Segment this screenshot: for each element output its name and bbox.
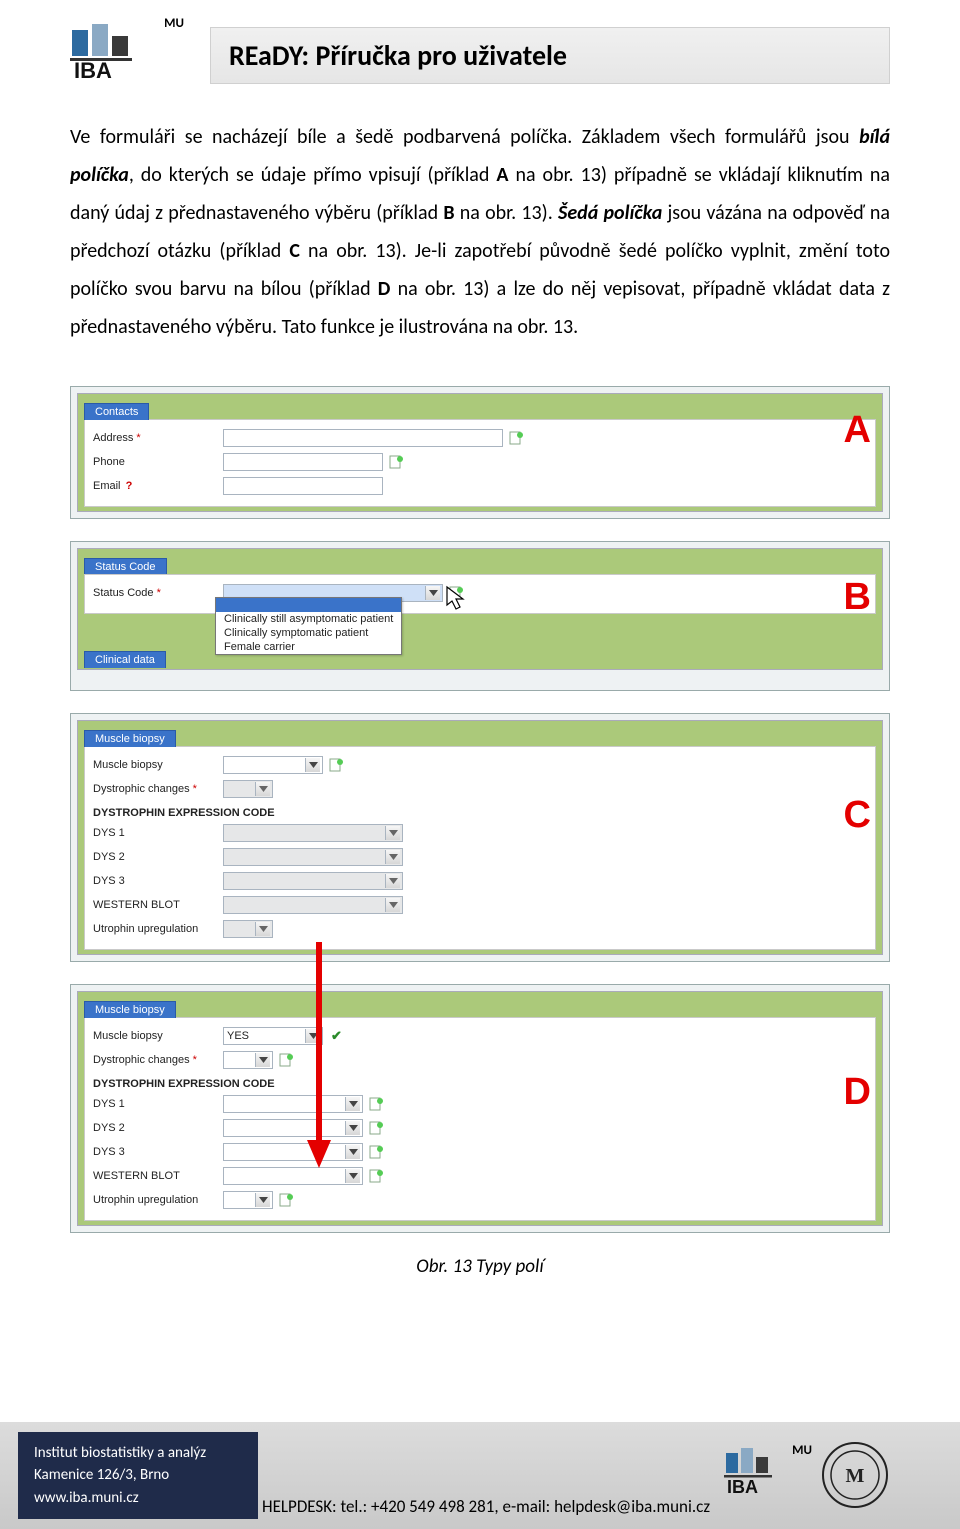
dystrophic-changes-select[interactable] (223, 780, 273, 798)
utrophin-select[interactable] (223, 920, 273, 938)
label-dys3: DYS 3 (93, 1146, 223, 1158)
tab-muscle-biopsy[interactable]: Muscle biopsy (84, 730, 176, 747)
chevron-down-icon (345, 1121, 360, 1135)
chevron-down-icon (385, 874, 400, 888)
footer-logo-iba: MU IBA (724, 1445, 814, 1505)
svg-text:IBA: IBA (74, 58, 112, 80)
dropdown-option[interactable]: Clinically still asymptomatic patient (216, 612, 401, 626)
chevron-down-icon (255, 922, 270, 936)
intro-paragraph: Ve formuláři se nacházejí bíle a šedě po… (70, 118, 890, 346)
example-letter: D (844, 1071, 871, 1114)
footer-address: Kamenice 126/3, Brno (34, 1464, 242, 1487)
tab-clinical-data[interactable]: Clinical data (84, 651, 166, 668)
note-icon[interactable] (369, 1169, 383, 1183)
label-utrophin: Utrophin upregulation (93, 923, 223, 935)
example-panel-d: Muscle biopsy Muscle biopsy YES ✔ Dystro… (70, 984, 890, 1233)
label-dys2: DYS 2 (93, 1122, 223, 1134)
example-letter: B (844, 576, 871, 619)
chevron-down-icon (345, 1145, 360, 1159)
dys1-select[interactable] (223, 1095, 363, 1113)
muscle-biopsy-select[interactable]: YES (223, 1027, 323, 1045)
label-utrophin: Utrophin upregulation (93, 1194, 223, 1206)
label-address: Address * (93, 432, 223, 444)
label-dys1: DYS 1 (93, 827, 223, 839)
label-dys1: DYS 1 (93, 1098, 223, 1110)
label-status-code: Status Code * (93, 587, 223, 599)
dystrophin-code-heading: DYSTROPHIN EXPRESSION CODE (93, 1078, 867, 1090)
note-icon[interactable] (279, 1053, 293, 1067)
check-icon: ✔ (331, 1028, 342, 1044)
logo-iba: MU IBA (70, 20, 190, 90)
chevron-down-icon (385, 826, 400, 840)
svg-text:M: M (846, 1465, 865, 1487)
university-seal-icon: M (820, 1440, 890, 1510)
chevron-down-icon (305, 758, 320, 772)
example-panel-b: Status Code Status Code * Clinically sti… (70, 541, 890, 691)
dystrophin-code-heading: DYSTROPHIN EXPRESSION CODE (93, 807, 867, 819)
footer-org-block: Institut biostatistiky a analýz Kamenice… (18, 1432, 258, 1520)
phone-input[interactable] (223, 453, 383, 471)
note-icon[interactable] (509, 431, 523, 445)
dys3-select[interactable] (223, 1143, 363, 1161)
tab-status-code[interactable]: Status Code (84, 558, 167, 575)
logo-mu-text: MU (164, 16, 184, 31)
western-blot-select[interactable] (223, 1167, 363, 1185)
tab-muscle-biopsy[interactable]: Muscle biopsy (84, 1001, 176, 1018)
footer-web: www.iba.muni.cz (34, 1487, 242, 1510)
logo-mu-text: MU (792, 1443, 812, 1458)
muscle-biopsy-select[interactable] (223, 756, 323, 774)
chevron-down-icon (255, 782, 270, 796)
tab-contacts[interactable]: Contacts (84, 403, 149, 420)
label-phone: Phone (93, 456, 223, 468)
chevron-down-icon (255, 1053, 270, 1067)
example-panel-c: Muscle biopsy Muscle biopsy Dystrophic c… (70, 713, 890, 962)
email-input[interactable] (223, 477, 383, 495)
utrophin-select[interactable] (223, 1191, 273, 1209)
note-icon[interactable] (369, 1121, 383, 1135)
dropdown-option[interactable]: Clinically symptomatic patient (216, 626, 401, 640)
address-input[interactable] (223, 429, 503, 447)
example-letter: C (844, 794, 871, 837)
dropdown-option[interactable]: Female carrier (216, 640, 401, 654)
note-icon[interactable] (329, 758, 343, 772)
chevron-down-icon (385, 850, 400, 864)
dys2-select[interactable] (223, 1119, 363, 1137)
dys1-select[interactable] (223, 824, 403, 842)
label-dys3: DYS 3 (93, 875, 223, 887)
label-dystrophic-changes: Dystrophic changes * (93, 783, 223, 795)
chevron-down-icon (345, 1169, 360, 1183)
label-muscle-biopsy: Muscle biopsy (93, 1030, 223, 1042)
chevron-down-icon (255, 1193, 270, 1207)
chevron-down-icon (385, 898, 400, 912)
note-icon[interactable] (389, 455, 403, 469)
dys3-select[interactable] (223, 872, 403, 890)
dys2-select[interactable] (223, 848, 403, 866)
example-panel-a: Contacts Address * Phone E (70, 386, 890, 519)
dystrophic-changes-select[interactable] (223, 1051, 273, 1069)
note-icon[interactable] (369, 1097, 383, 1111)
chevron-down-icon (345, 1097, 360, 1111)
note-icon[interactable] (369, 1145, 383, 1159)
label-western-blot: WESTERN BLOT (93, 899, 223, 911)
label-muscle-biopsy: Muscle biopsy (93, 759, 223, 771)
label-western-blot: WESTERN BLOT (93, 1170, 223, 1182)
cursor-icon (445, 585, 469, 611)
footer-helpdesk: HELPDESK: tel.: +420 549 498 281, e-mail… (258, 1496, 724, 1519)
label-dys2: DYS 2 (93, 851, 223, 863)
note-icon[interactable] (279, 1193, 293, 1207)
chevron-down-icon (305, 1029, 320, 1043)
chevron-down-icon (425, 586, 440, 600)
figure-caption: Obr. 13 Typy polí (70, 1255, 890, 1278)
label-email: Email ? (93, 480, 223, 492)
footer-institute: Institut biostatistiky a analýz (34, 1442, 242, 1465)
western-blot-select[interactable] (223, 896, 403, 914)
example-letter: A (844, 409, 871, 452)
label-dystrophic-changes: Dystrophic changes * (93, 1054, 223, 1066)
page-title: REaDY: Příručka pro uživatele (210, 27, 890, 84)
status-code-dropdown[interactable]: Clinically still asymptomatic patient Cl… (215, 597, 402, 655)
page-footer: Institut biostatistiky a analýz Kamenice… (0, 1422, 960, 1529)
svg-text:IBA: IBA (727, 1477, 758, 1497)
dropdown-option[interactable] (216, 598, 401, 612)
